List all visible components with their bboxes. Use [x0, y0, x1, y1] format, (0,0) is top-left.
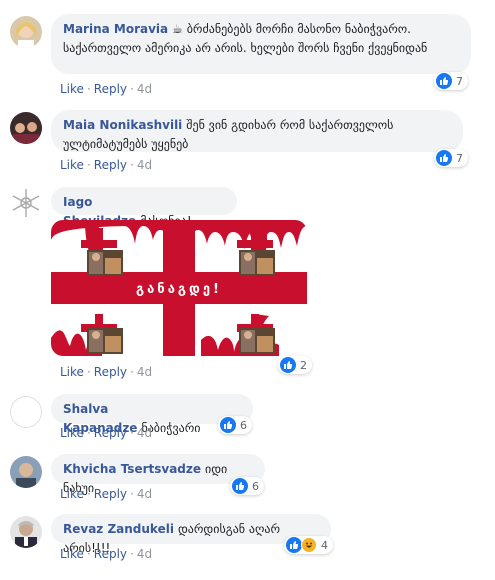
- comment-author[interactable]: Marina Moravia: [63, 22, 168, 36]
- comment-author[interactable]: Maia Nonikashvili: [63, 118, 182, 132]
- comment-actions: Like · Reply · 4d: [60, 365, 153, 379]
- like-button[interactable]: Like: [60, 547, 84, 561]
- reaction-count[interactable]: 6: [230, 477, 264, 495]
- comment-actions: Like · Reply · 4d: [60, 547, 153, 561]
- reply-button[interactable]: Reply: [94, 547, 127, 561]
- like-reaction-icon: [232, 478, 248, 494]
- comment-bubble: Marina Moravia ☕ ბრძანებებს მორჩი მასონო …: [51, 14, 471, 74]
- reply-button[interactable]: Reply: [94, 487, 127, 501]
- reaction-count[interactable]: 4: [284, 536, 333, 554]
- comment-actions: Like · Reply · 4d: [60, 426, 153, 440]
- reaction-count[interactable]: 7: [434, 149, 468, 167]
- avatar[interactable]: [10, 16, 42, 48]
- reply-button[interactable]: Reply: [94, 82, 127, 96]
- comment-actions: Like · Reply · 4d: [60, 158, 153, 172]
- like-button[interactable]: Like: [60, 487, 84, 501]
- comment-author[interactable]: Khvicha Tsertsvadze: [63, 462, 201, 476]
- timestamp[interactable]: 4d: [137, 82, 152, 96]
- like-button[interactable]: Like: [60, 158, 84, 172]
- timestamp[interactable]: 4d: [137, 158, 152, 172]
- reply-button[interactable]: Reply: [94, 158, 127, 172]
- comment-actions: Like · Reply · 4d: [60, 82, 153, 96]
- comment-author[interactable]: Revaz Zandukeli: [63, 522, 174, 536]
- comment-bubble: Maia Nonikashvili შენ ვინ გდიხარ რომ საქა…: [51, 110, 463, 152]
- timestamp[interactable]: 4d: [137, 426, 152, 440]
- like-reaction-icon: [436, 150, 452, 166]
- like-reaction-icon: [286, 537, 302, 553]
- like-button[interactable]: Like: [60, 426, 84, 440]
- avatar[interactable]: [10, 112, 42, 144]
- reaction-count[interactable]: 2: [278, 356, 312, 374]
- comment-bubble: Iago Sheyiladzeმასონია!...: [51, 187, 237, 228]
- avatar[interactable]: [10, 456, 42, 488]
- avatar[interactable]: [10, 187, 42, 219]
- timestamp[interactable]: 4d: [137, 487, 152, 501]
- reaction-count[interactable]: 7: [434, 72, 468, 90]
- like-button[interactable]: Like: [60, 82, 84, 96]
- avatar[interactable]: [10, 516, 42, 548]
- reply-button[interactable]: Reply: [94, 365, 127, 379]
- comment-actions: Like · Reply · 4d: [60, 487, 153, 501]
- image-caption: განაგდე!: [136, 282, 222, 297]
- reply-button[interactable]: Reply: [94, 426, 127, 440]
- haha-reaction-icon: [301, 537, 317, 553]
- timestamp[interactable]: 4d: [137, 547, 152, 561]
- attached-image[interactable]: განაგდე!: [51, 220, 307, 356]
- like-reaction-icon: [280, 357, 296, 373]
- like-button[interactable]: Like: [60, 365, 84, 379]
- timestamp[interactable]: 4d: [137, 365, 152, 379]
- like-reaction-icon: [220, 417, 236, 433]
- avatar[interactable]: [10, 396, 42, 428]
- like-reaction-icon: [436, 73, 452, 89]
- reaction-count[interactable]: 6: [218, 416, 252, 434]
